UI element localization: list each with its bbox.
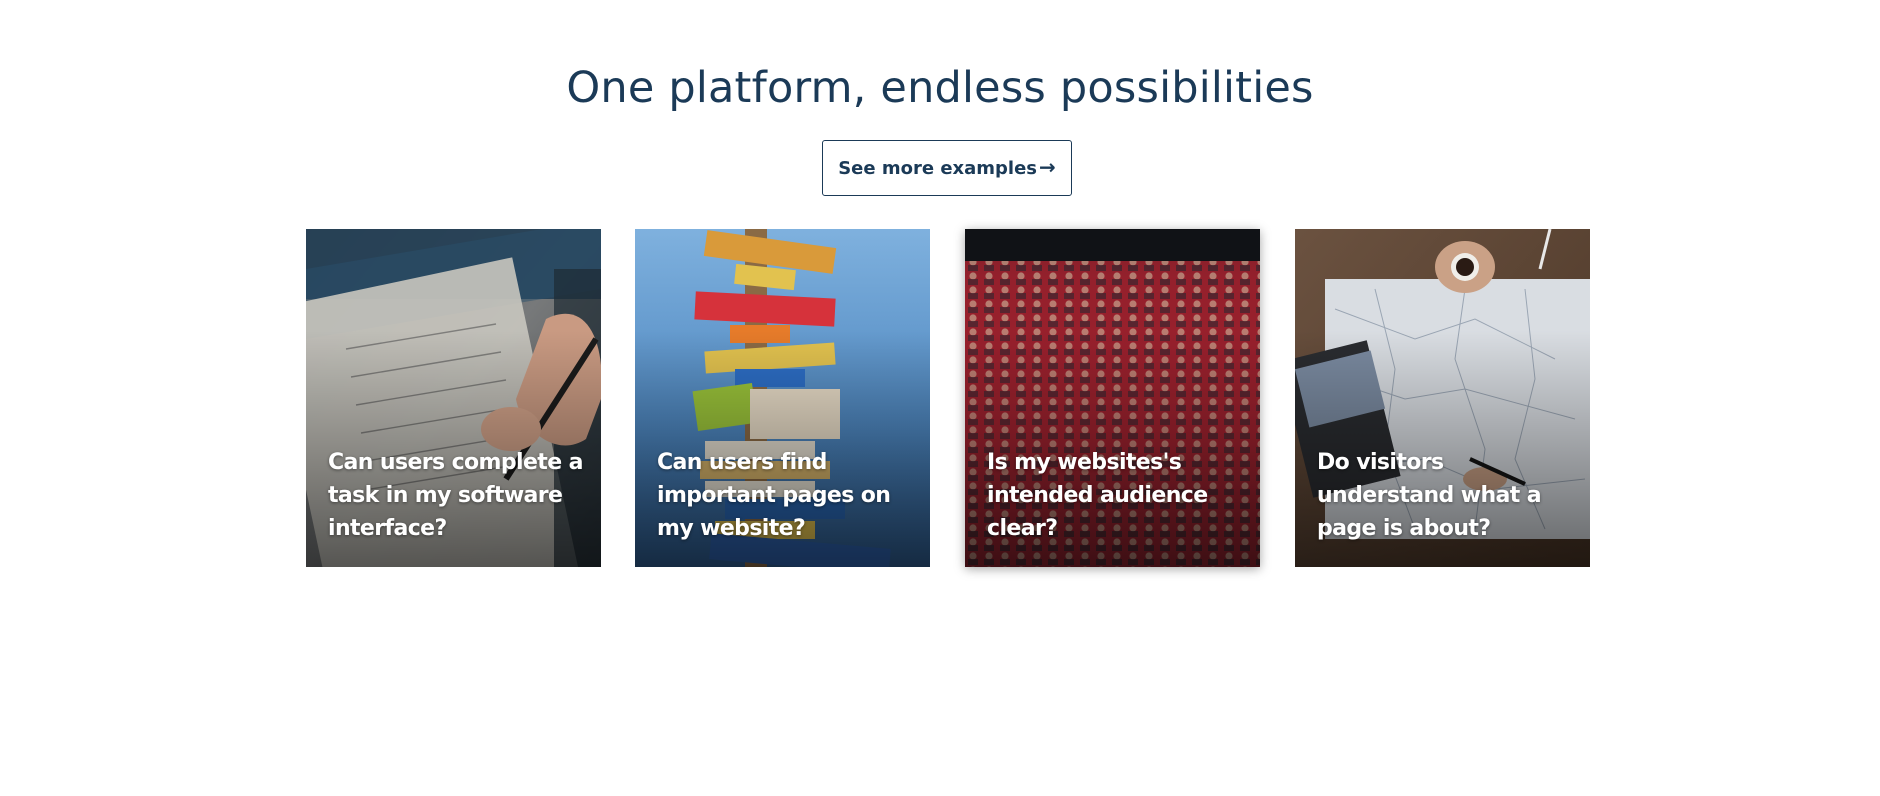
card-caption: Do visitors understand what a page is ab… bbox=[1317, 450, 1542, 541]
example-card-find-pages[interactable]: Can users find important pages on my web… bbox=[635, 229, 930, 567]
example-cards: Can users complete a task in my software… bbox=[306, 229, 1590, 567]
example-card-page-understanding[interactable]: Do visitors understand what a page is ab… bbox=[1295, 229, 1590, 567]
example-card-software-task[interactable]: Can users complete a task in my software… bbox=[306, 229, 601, 567]
see-more-examples-button[interactable]: See more examples → bbox=[822, 140, 1072, 196]
examples-section: One platform, endless possibilities See … bbox=[0, 0, 1880, 796]
arrow-right-icon: → bbox=[1039, 155, 1056, 179]
example-card-audience[interactable]: Is my websites's intended audience clear… bbox=[965, 229, 1260, 567]
section-title: One platform, endless possibilities bbox=[566, 63, 1314, 113]
card-caption: Can users complete a task in my software… bbox=[328, 450, 583, 541]
see-more-examples-label: See more examples bbox=[838, 157, 1038, 179]
card-caption: Can users find important pages on my web… bbox=[657, 450, 891, 541]
card-caption: Is my websites's intended audience clear… bbox=[987, 450, 1208, 541]
